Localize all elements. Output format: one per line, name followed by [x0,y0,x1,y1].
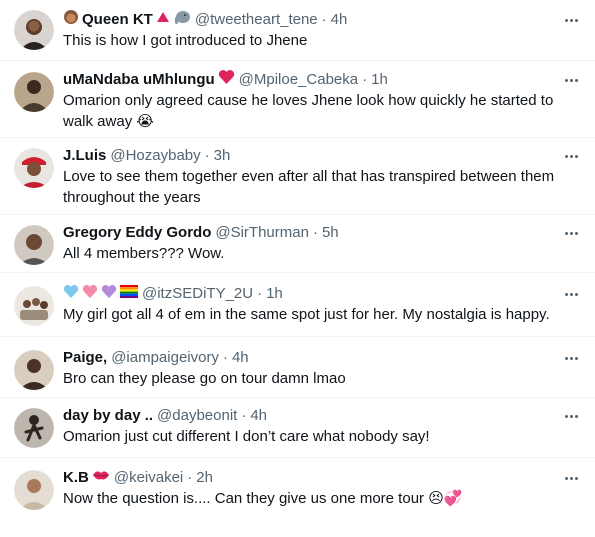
divider [0,397,595,398]
timestamp[interactable]: 4h [331,10,348,30]
separator-dot: · [257,285,263,302]
tweet-text: Now the question is.... Can they give us… [63,490,463,507]
timestamp[interactable]: 2h [196,468,213,488]
tweet-text: Omarion only agreed cause he loves Jhene… [63,92,554,130]
timestamp[interactable]: 3h [214,146,231,166]
separator-dot: · [312,224,318,241]
more-options-icon[interactable] [561,12,581,28]
avatar[interactable] [14,225,54,265]
blue-heart-icon [63,284,79,305]
display-name[interactable]: day by day .. [63,406,153,426]
timestamp[interactable]: 4h [250,406,267,426]
woman-emoji-icon [63,9,79,31]
tweet[interactable]: uMaNdaba uMhlungu @Mpiloe_Cabeka · 1h Om… [0,70,595,142]
avatar[interactable] [14,148,54,188]
handle[interactable]: @keivakei [114,468,183,488]
separator-dot: · [321,11,327,28]
more-options-icon[interactable] [561,470,581,486]
tweet-header: uMaNdaba uMhlungu @Mpiloe_Cabeka · 1h [63,70,555,90]
tweet-header: Queen KT @tweetheart_tene · 4h [63,10,555,30]
handle[interactable]: @tweetheart_tene [195,10,318,30]
divider [0,272,595,273]
divider [0,137,595,138]
more-options-icon[interactable] [561,350,581,366]
more-options-icon[interactable] [561,225,581,241]
red-triangle-icon [156,10,170,30]
avatar[interactable] [14,286,54,326]
divider [0,214,595,215]
handle[interactable]: @Mpiloe_Cabeka [239,70,358,90]
tweet-text: This is how I got introduced to Jhene [63,32,308,49]
handle[interactable]: @iampaigeivory [111,348,219,368]
display-name[interactable]: J.Luis [63,146,106,166]
more-options-icon[interactable] [561,286,581,302]
tweet[interactable]: Queen KT @tweetheart_tene · 4h This is h… [0,10,595,62]
avatar[interactable] [14,10,54,50]
tweet-header: Paige, @iampaigeivory · 4h [63,348,555,368]
rainbow-flag-icon [120,284,138,304]
tweet[interactable]: @itzSEDiTY_2U · 1h My girl got all 4 of … [0,284,595,334]
tweet[interactable]: J.Luis @Hozaybaby · 3h Love to see them … [0,146,595,218]
tweet-header: J.Luis @Hozaybaby · 3h [63,146,555,166]
divider [0,336,595,337]
separator-dot: · [241,407,247,424]
separator-dot: · [204,147,210,164]
handle[interactable]: @Hozaybaby [110,146,200,166]
tweet-header: day by day .. @daybeonit · 4h [63,406,555,426]
red-heart-icon [218,69,235,91]
pink-heart-icon [82,284,98,305]
divider [0,60,595,61]
separator-dot: · [362,71,368,88]
handle[interactable]: @SirThurman [215,223,309,243]
tweet[interactable]: Paige, @iampaigeivory · 4h Bro can they … [0,348,595,398]
display-name[interactable]: Gregory Eddy Gordo [63,223,211,243]
tweet-header: @itzSEDiTY_2U · 1h [63,284,555,304]
tweet-text: Love to see them together even after all… [63,168,555,206]
handle[interactable]: @daybeonit [157,406,237,426]
timestamp[interactable]: 1h [266,284,283,304]
display-name[interactable]: Paige, [63,348,107,368]
avatar[interactable] [14,408,54,448]
purple-heart-icon [101,284,117,305]
display-name[interactable]: K.B [63,468,89,488]
tweet-text: Bro can they please go on tour damn lmao [63,370,346,387]
tweet-text: All 4 members??? Wow. [63,245,225,262]
handle[interactable]: @itzSEDiTY_2U [142,284,253,304]
reply-feed: Queen KT @tweetheart_tene · 4h This is h… [0,0,595,537]
elephant-icon [173,9,191,31]
tweet[interactable]: Gregory Eddy Gordo @SirThurman · 5h All … [0,223,595,273]
tweet-header: K.B @keivakei · 2h [63,468,555,488]
timestamp[interactable]: 5h [322,223,339,243]
display-name[interactable]: Queen KT [82,10,153,30]
tweet[interactable]: day by day .. @daybeonit · 4h Omarion ju… [0,406,595,456]
divider [0,457,595,458]
separator-dot: · [187,469,193,486]
lips-icon [92,468,110,488]
more-options-icon[interactable] [561,408,581,424]
display-name[interactable]: uMaNdaba uMhlungu [63,70,215,90]
tweet-header: Gregory Eddy Gordo @SirThurman · 5h [63,223,555,243]
avatar[interactable] [14,72,54,112]
tweet[interactable]: K.B @keivakei · 2h Now the question is..… [0,468,595,518]
timestamp[interactable]: 1h [371,70,388,90]
avatar[interactable] [14,470,54,510]
tweet-text: My girl got all 4 of em in the same spot… [63,306,550,323]
tweet-text: Omarion just cut different I don’t care … [63,428,430,445]
timestamp[interactable]: 4h [232,348,249,368]
separator-dot: · [222,349,228,366]
more-options-icon[interactable] [561,72,581,88]
more-options-icon[interactable] [561,148,581,164]
avatar[interactable] [14,350,54,390]
